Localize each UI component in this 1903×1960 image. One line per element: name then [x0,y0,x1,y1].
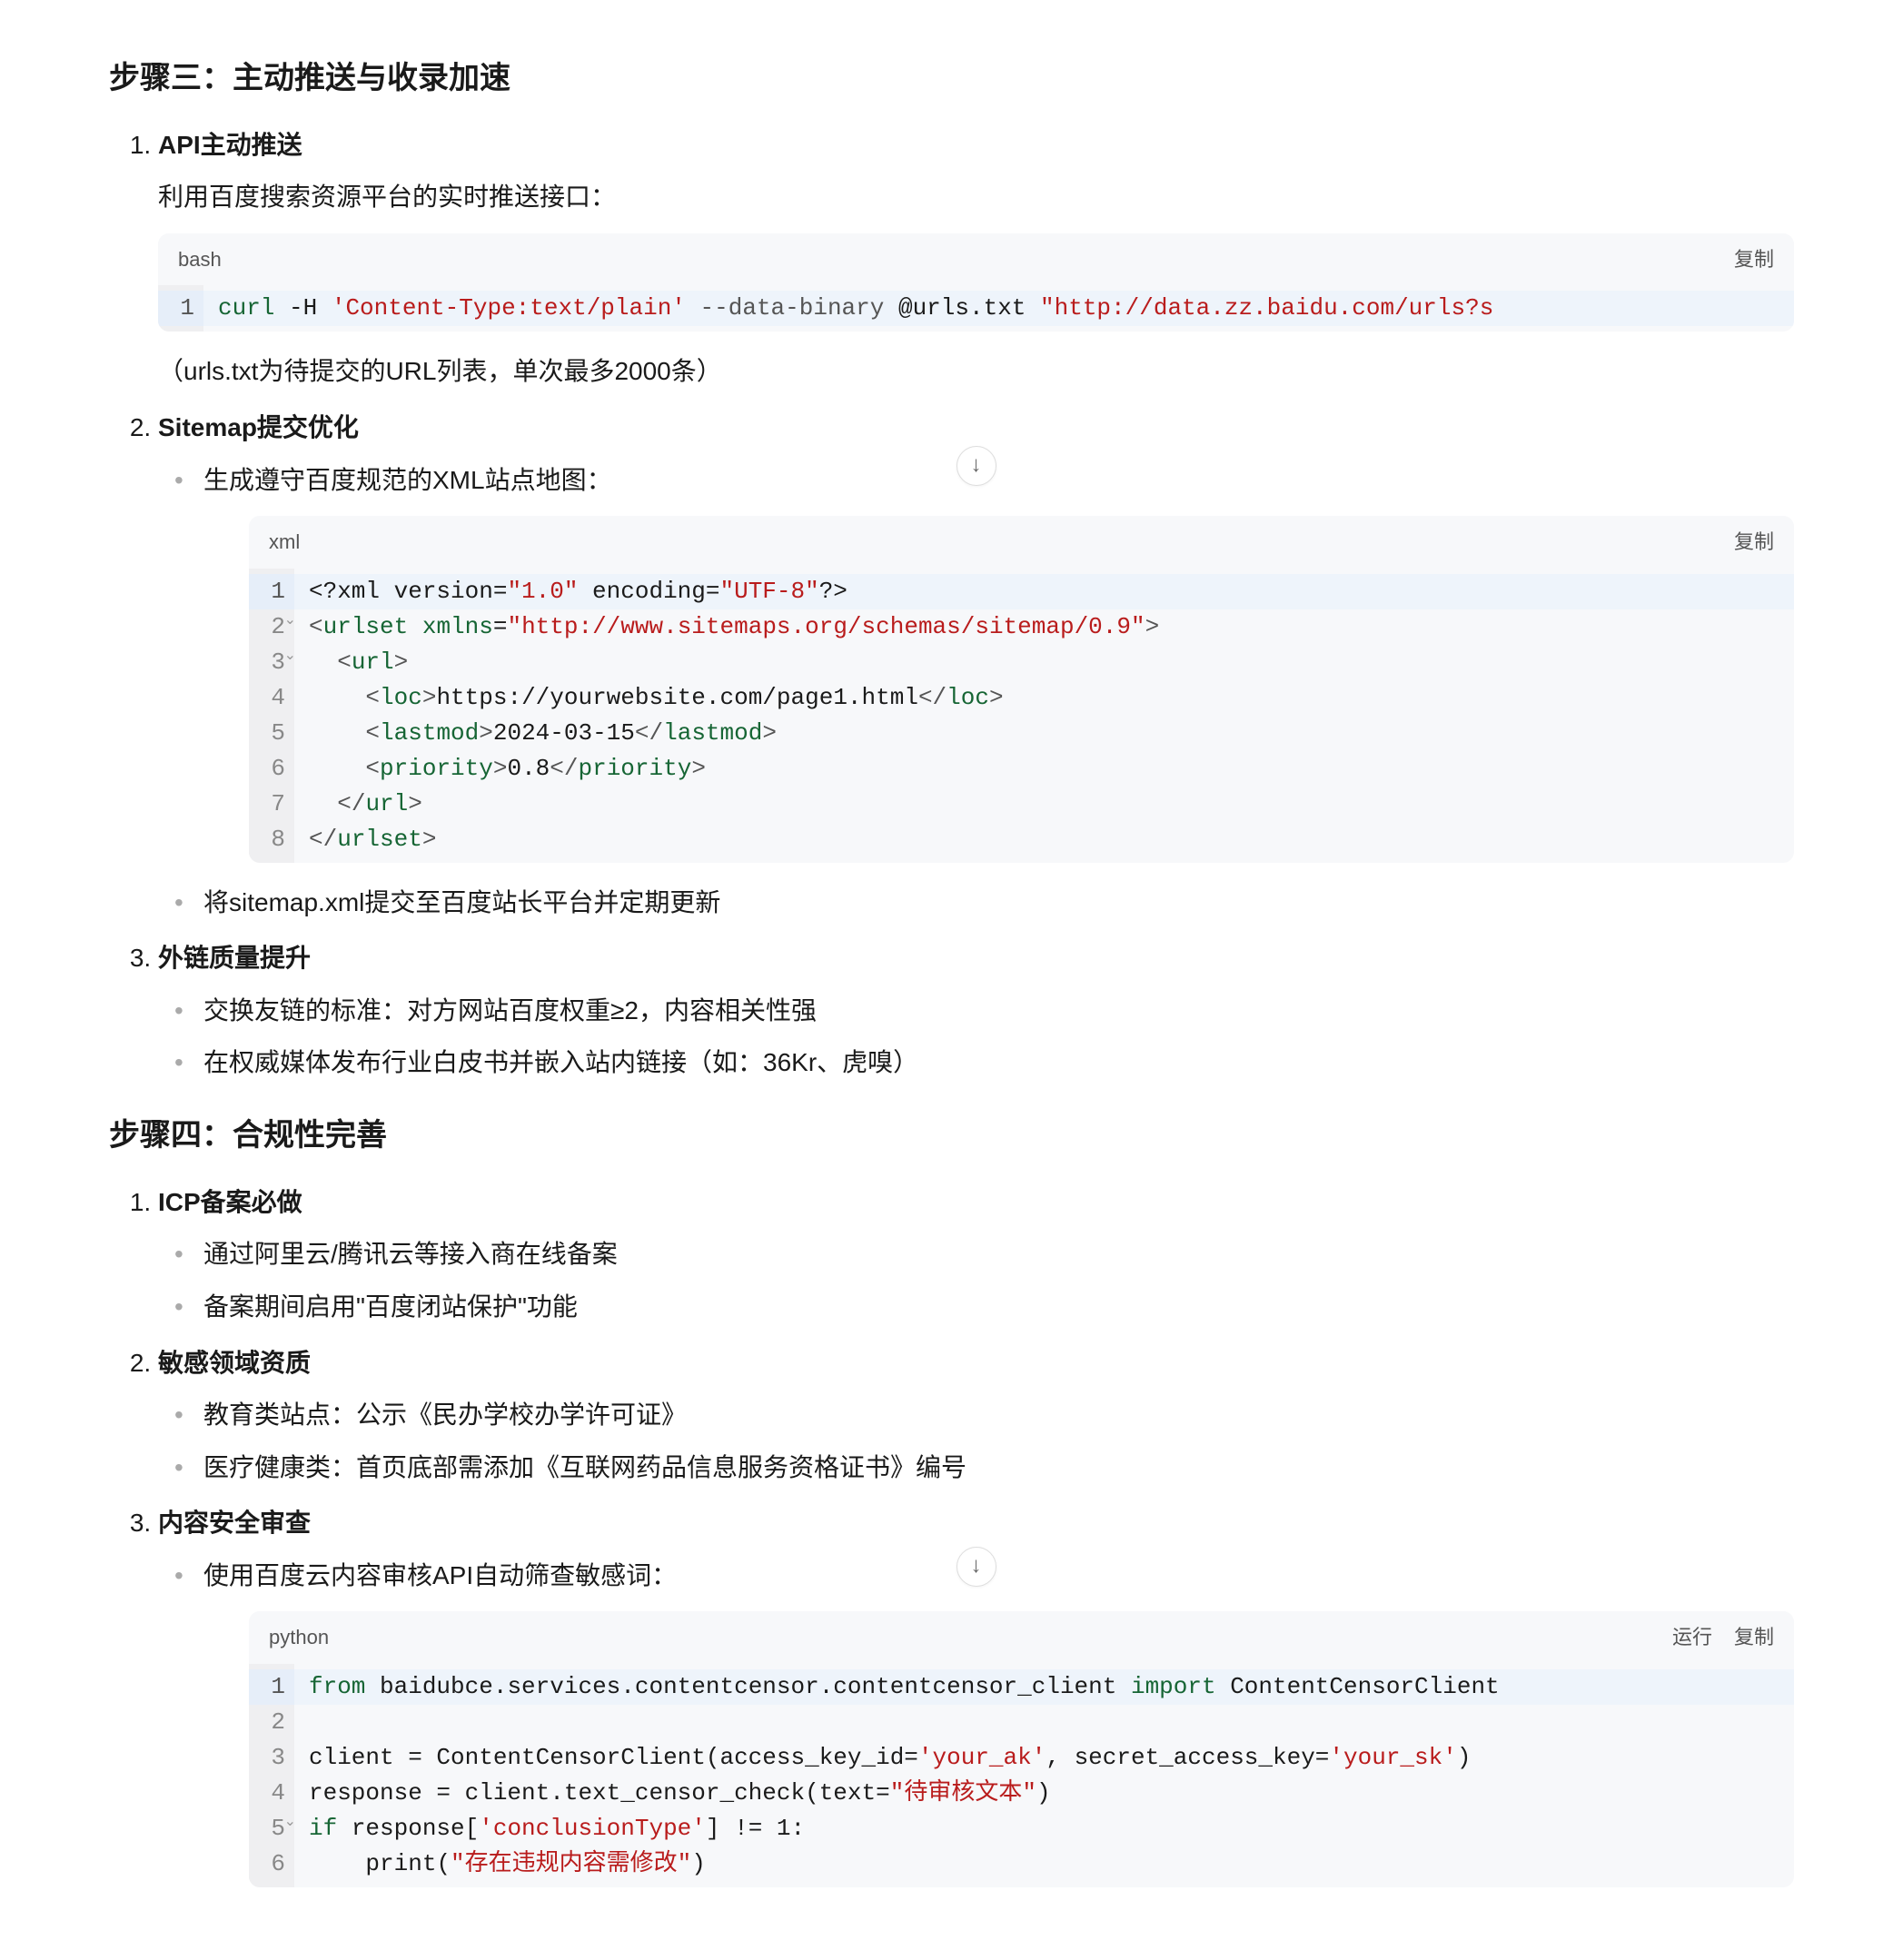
step4-item3-title: 内容安全审查 [158,1509,311,1537]
step3-item2-title: Sitemap提交优化 [158,413,359,441]
step3-item3-title: 外链质量提升 [158,944,311,972]
code-block-xml: xml 复制 12⌄3⌄45678 <?xml version="1.0" en… [249,516,1794,862]
code-block-python: python 运行 复制 12345⌄6 from baidubce.servi… [249,1611,1794,1886]
code-lang-label: bash [178,243,222,276]
copy-button[interactable]: 复制 [1734,525,1774,559]
step4-list: ICP备案必做 通过阿里云/腾讯云等接入商在线备案 备案期间启用"百度闭站保护"… [109,1181,1794,1887]
code-content: from baidubce.services.contentcensor.con… [294,1664,1794,1887]
code-lang-label: python [269,1620,329,1654]
code-content: <?xml version="1.0" encoding="UTF-8"?><u… [294,569,1794,863]
step3-title: 步骤三：主动推送与收录加速 [109,53,1794,105]
step4-item1-title: ICP备案必做 [158,1188,302,1216]
step3-item1-title: API主动推送 [158,131,302,159]
step3-item2-sub1: 生成遵守百度规范的XML站点地图： [203,466,612,494]
step3-item2-sub2: 将sitemap.xml提交至百度站长平台并定期更新 [203,888,720,916]
step4-item2-title: 敏感领域资质 [158,1349,311,1377]
copy-button[interactable]: 复制 [1734,1620,1774,1654]
step3-item3-sub2: 在权威媒体发布行业白皮书并嵌入站内链接（如：36Kr、虎嗅） [203,1048,918,1076]
step4-item3-sub1: 使用百度云内容审核API自动筛查敏感词： [203,1561,677,1589]
step4-item2-sub1: 教育类站点：公示《民办学校办学许可证》 [203,1401,687,1429]
code-block-bash: bash 复制 1 curl -H 'Content-Type:text/pla… [158,233,1794,332]
step3-item1-desc: 利用百度搜索资源平台的实时推送接口： [158,175,1794,219]
step4-item1-sub1: 通过阿里云/腾讯云等接入商在线备案 [203,1240,618,1268]
step4-item1-sub2: 备案期间启用"百度闭站保护"功能 [203,1292,578,1321]
run-button[interactable]: 运行 [1672,1620,1712,1654]
step3-item1-note: （urls.txt为待提交的URL列表，单次最多2000条） [158,350,1794,393]
step4-title: 步骤四：合规性完善 [109,1110,1794,1163]
step3-list: API主动推送 利用百度搜索资源平台的实时推送接口： bash 复制 1 cur… [109,124,1794,1084]
code-lang-label: xml [269,525,300,559]
step4-item2-sub2: 医疗健康类：首页底部需添加《互联网药品信息服务资格证书》编号 [203,1453,966,1481]
code-content: curl -H 'Content-Type:text/plain' --data… [203,285,1794,332]
step3-item3-sub1: 交换友链的标准：对方网站百度权重≥2，内容相关性强 [203,996,817,1025]
copy-button[interactable]: 复制 [1734,243,1774,276]
